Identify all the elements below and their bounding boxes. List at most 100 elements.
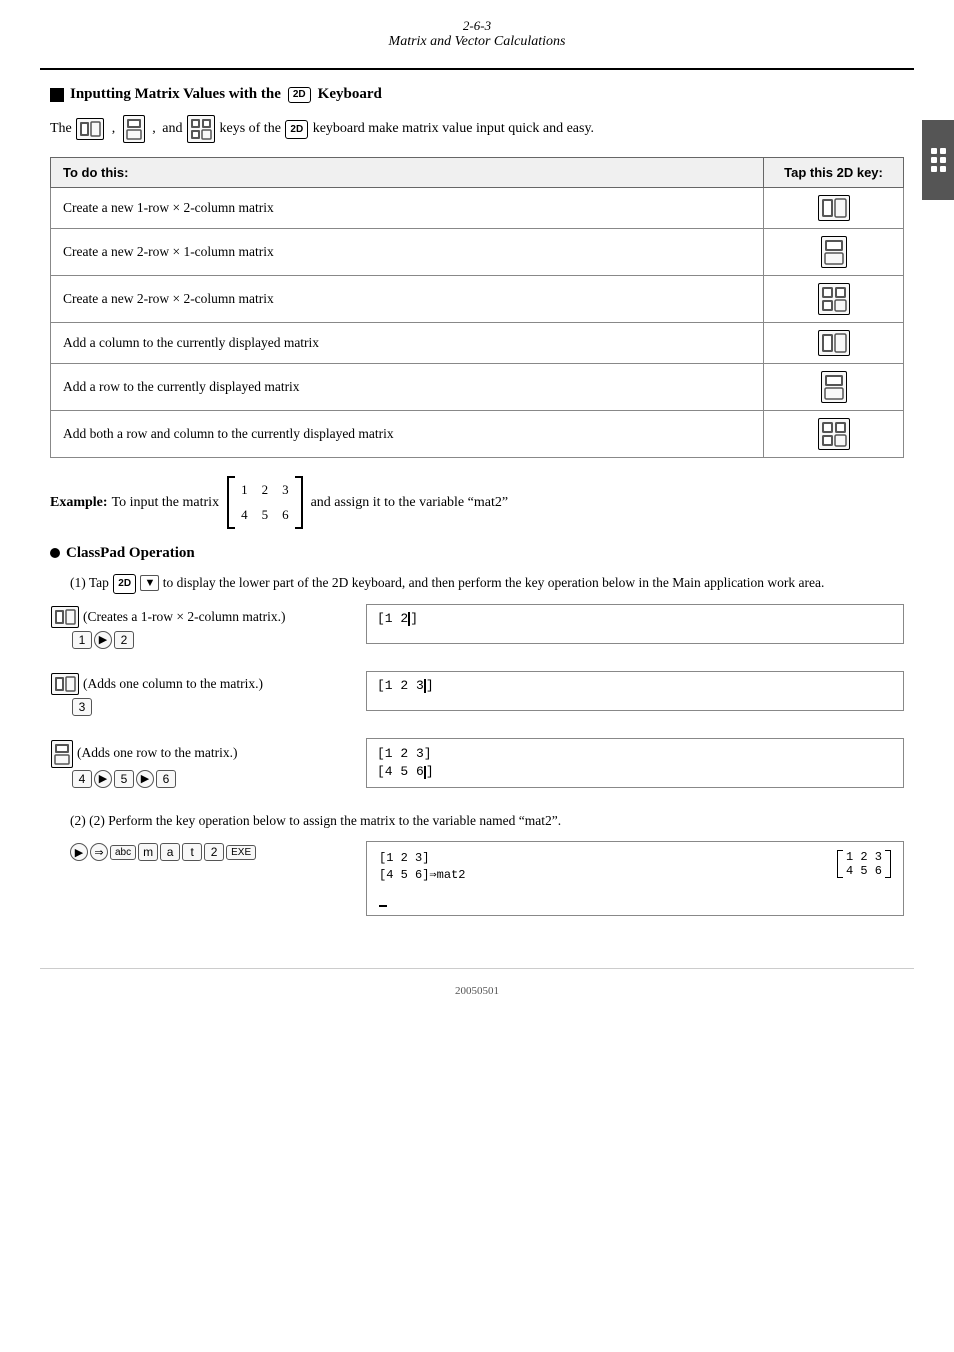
step2-cursor-line	[379, 892, 891, 907]
key-m: m	[138, 843, 158, 861]
key-6: 6	[156, 770, 176, 788]
table-key-icon-2x2	[818, 283, 850, 315]
example-section: Example: To input the matrix 1 2 3 4 5 6	[50, 476, 904, 529]
table-cell-key	[764, 276, 904, 323]
table-cell-key	[764, 364, 904, 411]
step2-right: [1 2 3] [4 5 6]⇒mat2 1 2 3 4 5 6	[366, 841, 904, 916]
step2-label: (2)	[50, 813, 89, 828]
table-key-icon-2x2	[818, 418, 850, 450]
step1a-left: (Creates a 1-row × 2-column matrix.) 1 ▶…	[50, 604, 350, 655]
side-tab-dot	[940, 157, 946, 163]
step1c-icon-line: (Adds one row to the matrix.)	[50, 740, 350, 768]
table-cell-key	[764, 411, 904, 458]
key-arrow-right: ⇒	[90, 843, 108, 861]
step1b-screen: [1 2 3]	[366, 671, 904, 711]
table-key-icon-1x2	[818, 195, 850, 221]
intro-text: The , , and	[50, 115, 904, 143]
main-content: Inputting Matrix Values with the 2D Keyb…	[0, 70, 954, 952]
2d-key-heading: 2D	[288, 87, 311, 103]
bracket-right	[295, 476, 303, 529]
key-3: 3	[72, 698, 92, 716]
chapter-title: Matrix and Vector Calculations	[40, 34, 914, 50]
comma2: ,	[152, 121, 156, 136]
table-row: Create a new 1-row × 2-column matrix	[51, 188, 904, 229]
table-cell-key	[764, 323, 904, 364]
table-cell-key	[764, 188, 904, 229]
key-right1: ▶	[94, 631, 112, 649]
table-cell-action: Create a new 2-row × 2-column matrix	[51, 276, 764, 323]
step1b-block: (Adds one column to the matrix.) 3 [1 2 …	[50, 671, 904, 722]
table-header-action: To do this:	[51, 158, 764, 188]
step1c-desc: (Adds one row to the matrix.)	[77, 742, 237, 765]
table-row: Add a column to the currently displayed …	[51, 323, 904, 364]
step2-screen-main-row2: [4 5 6]⇒mat2	[379, 867, 817, 884]
intro-rest: keys of the	[219, 121, 280, 136]
step2-screen-main-row1: [1 2 3]	[379, 850, 817, 867]
classpad-heading-text: ClassPad Operation	[66, 545, 195, 562]
step2-keys: ▶ ⇒ abc m a t 2 EXE	[50, 843, 350, 861]
step1-text2: to display the lower part of the 2D keyb…	[163, 575, 825, 590]
black-square-icon	[50, 88, 64, 102]
step1b-icon-line: (Adds one column to the matrix.)	[50, 673, 350, 696]
example-text-after: and assign it to the variable “mat2”	[311, 490, 509, 515]
key-right2: ▶	[94, 770, 112, 788]
example-label: Example:	[50, 490, 108, 515]
section-title-suffix: Keyboard	[318, 86, 382, 103]
side-tab-dot	[940, 148, 946, 154]
step1-tap: Tap	[89, 575, 109, 590]
key-abc: abc	[110, 845, 136, 860]
section-title-prefix: Inputting Matrix Values with the	[70, 86, 281, 103]
matrix-content: 1 2 3 4 5 6	[235, 476, 295, 529]
key-t: t	[182, 843, 202, 861]
step2-block: ▶ ⇒ abc m a t 2 EXE [1 2 3]	[50, 841, 904, 916]
comma1: ,	[112, 121, 116, 136]
intro-end: keyboard make matrix value input quick a…	[313, 121, 594, 136]
table-cell-action: Add a row to the currently displayed mat…	[51, 364, 764, 411]
table-row: Create a new 2-row × 1-column matrix	[51, 229, 904, 276]
table-cell-action: Add a column to the currently displayed …	[51, 323, 764, 364]
step1c-right: [1 2 3] [4 5 6]	[366, 738, 904, 792]
page-ref: 2-6-3	[40, 18, 914, 34]
matrix-1x2-icon	[76, 118, 104, 140]
step2-left: ▶ ⇒ abc m a t 2 EXE	[50, 841, 350, 867]
table-row: Create a new 2-row × 2-column matrix	[51, 276, 904, 323]
2d-key-step1: 2D	[113, 574, 136, 594]
matrix-2x2-icon	[187, 115, 215, 143]
step1c-block: (Adds one row to the matrix.) 4 ▶ 5 ▶ 6 …	[50, 738, 904, 794]
side-tab-dot	[931, 157, 937, 163]
result-row2: 4 5 6	[846, 864, 882, 878]
table-row: Add both a row and column to the current…	[51, 411, 904, 458]
table-cell-action: Create a new 1-row × 2-column matrix	[51, 188, 764, 229]
table-cell-action: Add both a row and column to the current…	[51, 411, 764, 458]
header: 2-6-3 Matrix and Vector Calculations	[0, 0, 954, 60]
matrix-table: To do this: Tap this 2D key: Create a ne…	[50, 157, 904, 458]
step1-text: (1) Tap 2D ▼ to display the lower part o…	[50, 572, 904, 594]
bottom-divider	[40, 968, 914, 969]
step2-text: (2) (2) Perform the key operation below …	[50, 810, 904, 832]
step1a-desc: (Creates a 1-row × 2-column matrix.)	[83, 606, 286, 629]
step1b-keys: 3	[50, 698, 350, 716]
key-4: 4	[72, 770, 92, 788]
result-row1: 1 2 3	[846, 850, 882, 864]
step1c-left: (Adds one row to the matrix.) 4 ▶ 5 ▶ 6	[50, 738, 350, 794]
step1c-screen: [1 2 3] [4 5 6]	[366, 738, 904, 788]
example-text-before: To input the matrix	[112, 490, 220, 515]
step1a-icon-line: (Creates a 1-row × 2-column matrix.)	[50, 606, 350, 629]
step1a-keys: 1 ▶ 2	[50, 631, 350, 649]
side-tab-dot	[940, 166, 946, 172]
key-5: 5	[114, 770, 134, 788]
down-arrow-icon: ▼	[140, 575, 159, 591]
step1b-left: (Adds one column to the matrix.) 3	[50, 671, 350, 722]
intro-and: and	[162, 121, 182, 136]
bracket-left	[227, 476, 235, 529]
step1a-screen: [1 2]	[366, 604, 904, 644]
side-tab-dot	[931, 166, 937, 172]
table-key-icon-2x1	[821, 371, 847, 403]
step1b-matrix-icon	[51, 673, 79, 695]
step2-screen: [1 2 3] [4 5 6]⇒mat2 1 2 3 4 5 6	[366, 841, 904, 916]
classpad-heading: ClassPad Operation	[50, 545, 904, 562]
page-number: 20050501	[0, 985, 954, 1007]
step2-screen-main: [1 2 3] [4 5 6]⇒mat2	[379, 850, 817, 884]
key-right3: ▶	[136, 770, 154, 788]
key-2: 2	[114, 631, 134, 649]
